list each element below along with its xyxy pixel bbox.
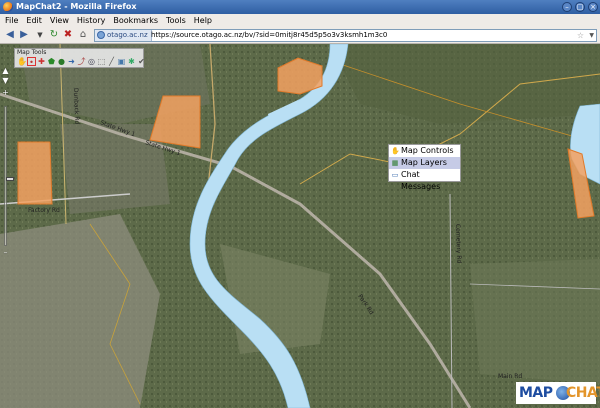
select-icon[interactable]: ⬚ — [97, 57, 106, 66]
zoom-slider-handle[interactable] — [6, 177, 14, 181]
menu-item-label: Map Layers — [401, 158, 447, 167]
menu-history[interactable]: History — [73, 14, 109, 27]
stop-icon[interactable]: ✖ — [62, 29, 74, 41]
menu-item-map-layers[interactable]: ▦ Map Layers — [389, 157, 460, 169]
parcel-3[interactable] — [17, 141, 53, 205]
road-label: Dunback Rd — [72, 88, 80, 125]
map-view[interactable]: State Hwy 1 State Hwy 1 Factory Rd Park … — [0, 44, 600, 408]
url-text[interactable]: https://source.otago.ac.nz/bv/?sid=0mitj… — [151, 30, 387, 41]
site-identity-label: otago.ac.nz — [107, 31, 148, 39]
field — [470, 259, 600, 384]
title-bar: MapChat2 - Mozilla Firefox – □ × — [0, 0, 600, 14]
logo-text-map: MAP — [519, 385, 553, 401]
line-icon[interactable]: ● — [57, 57, 66, 66]
zoom-out-icon[interactable]: – — [1, 248, 10, 257]
pan-south-icon[interactable]: ▼ — [1, 76, 10, 85]
map-canvas[interactable]: State Hwy 1 State Hwy 1 Factory Rd Park … — [0, 44, 600, 408]
pan-hand-icon[interactable]: ✋ — [17, 57, 27, 66]
globe-icon — [97, 31, 105, 39]
address-bar[interactable]: otago.ac.nz https://source.otago.ac.nz/b… — [94, 29, 597, 42]
pin-icon[interactable]: ✚ — [37, 57, 46, 66]
menu-bookmarks[interactable]: Bookmarks — [109, 14, 162, 27]
settings-icon[interactable]: ✱ — [127, 57, 136, 66]
url-dropdown-icon[interactable]: ▼ — [589, 30, 594, 41]
check-icon[interactable]: ✔ — [137, 57, 146, 66]
menu-edit[interactable]: Edit — [22, 14, 46, 27]
reload-icon[interactable]: ↻ — [48, 29, 60, 41]
mapchat-logo: MAP CHAT — [516, 382, 600, 404]
home-icon[interactable]: ⌂ — [77, 29, 89, 41]
navigation-toolbar: ◀ ▶ ▼ ↻ ✖ ⌂ otago.ac.nz https://source.o… — [0, 27, 600, 44]
arrow-icon[interactable]: ➜ — [67, 57, 76, 66]
close-button[interactable]: × — [588, 2, 598, 12]
menu-view[interactable]: View — [46, 14, 73, 27]
context-menu: ✋ Map Controls ▦ Map Layers ▭ Chat Messa… — [388, 144, 461, 191]
menu-file[interactable]: File — [0, 14, 22, 27]
browser-window: MapChat2 - Mozilla Firefox – □ × File Edi… — [0, 0, 600, 408]
site-identity-button[interactable]: otago.ac.nz — [95, 30, 152, 41]
bookmark-star-icon[interactable]: ☆ — [577, 30, 584, 41]
minimize-button[interactable]: – — [562, 2, 572, 12]
menu-item-chat-messages[interactable]: ▭ Chat Messages — [389, 169, 460, 191]
layers-icon: ▦ — [391, 159, 399, 167]
window-title: MapChat2 - Mozilla Firefox — [16, 2, 137, 11]
polygon-icon[interactable]: ⬟ — [47, 57, 56, 66]
zoom-box-icon[interactable]: ▣ — [117, 57, 126, 66]
forward-icon[interactable]: ▶ — [18, 29, 30, 41]
road-label: Main Rd — [498, 373, 522, 380]
pan-north-icon[interactable]: ▲ — [1, 66, 10, 75]
zoom-in-icon[interactable]: + — [1, 88, 10, 97]
back-icon[interactable]: ◀ — [4, 29, 16, 41]
menu-tools[interactable]: Tools — [162, 14, 190, 27]
zoom-slider[interactable] — [4, 106, 14, 246]
menu-item-label: Map Controls — [401, 146, 454, 155]
map-tools-panel: Map Tools ✋ • ✚ ⬟ ● ➜ ⤴ ◎ ⬚ ╱ ▣ ✱ ✔ — [14, 48, 146, 68]
map-navigation-control: ▲ ▼ + – — [1, 66, 14, 257]
chat-icon: ▭ — [391, 171, 399, 179]
road-label: Factory Rd — [28, 207, 60, 214]
info-icon[interactable]: ◎ — [87, 57, 96, 66]
ruler-icon[interactable]: ╱ — [107, 57, 116, 66]
measure-icon[interactable]: ⤴ — [77, 57, 86, 66]
menu-bar: File Edit View History Bookmarks Tools Help — [0, 14, 600, 27]
maximize-button[interactable]: □ — [575, 2, 585, 12]
map-tools-title: Map Tools — [17, 49, 47, 56]
menu-item-map-controls[interactable]: ✋ Map Controls — [389, 145, 460, 157]
draw-point-icon[interactable]: • — [27, 57, 36, 67]
firefox-icon — [3, 2, 13, 12]
history-dropdown-icon[interactable]: ▼ — [34, 29, 46, 41]
logo-text-chat: CHAT — [566, 385, 600, 401]
road-label: Cemetery Rd — [454, 224, 462, 264]
menu-item-label: Chat Messages — [401, 170, 441, 191]
menu-help[interactable]: Help — [190, 14, 216, 27]
hand-icon: ✋ — [391, 147, 400, 155]
